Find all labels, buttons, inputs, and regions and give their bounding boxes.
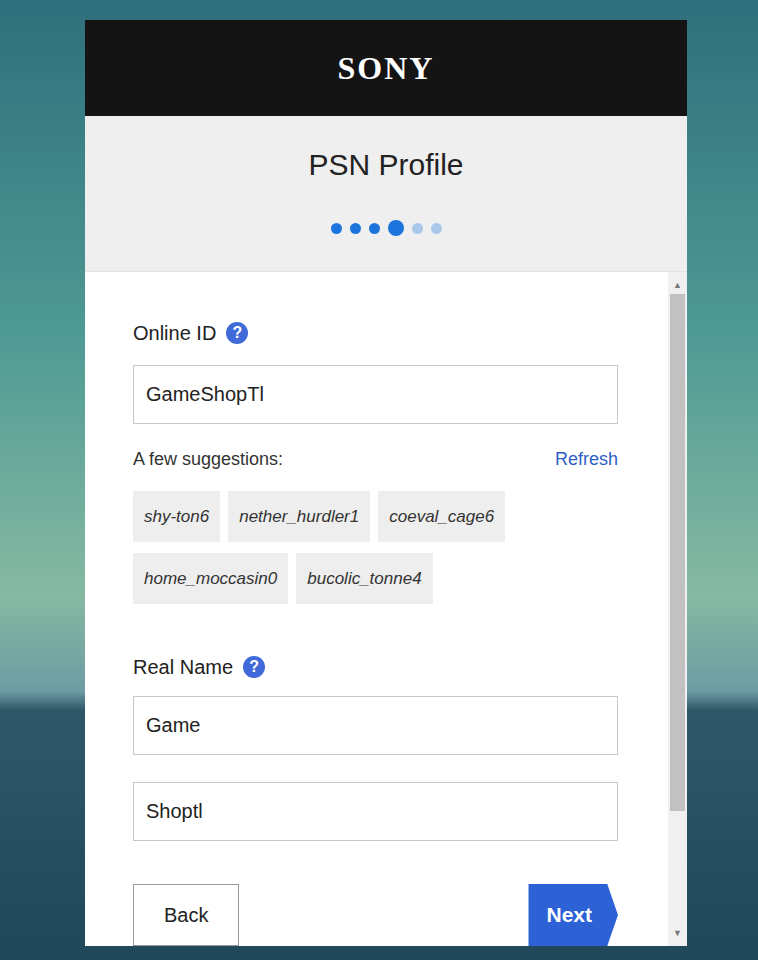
page-title: PSN Profile [308,148,463,182]
scroll-down-icon[interactable]: ▼ [673,926,682,940]
step-dot [431,223,442,234]
next-button[interactable]: Next [528,884,618,946]
online-id-input[interactable] [133,365,618,424]
online-id-label: Online ID? [133,320,618,346]
form: Online ID? A few suggestions: Refresh shy-t… [85,272,668,946]
step-dot [412,223,423,234]
suggestions-header: A few suggestions: Refresh [133,449,618,470]
first-name-input[interactable] [133,696,618,755]
header: PSN Profile [85,116,687,272]
signup-card: SONY PSN Profile Online ID? A few suggestio… [85,20,687,946]
step-dot [350,223,361,234]
nav-buttons: Back Next [133,884,618,946]
scroll-track [668,292,687,926]
scrollbar[interactable]: ▲▼ [668,272,687,946]
last-name-input[interactable] [133,782,618,841]
refresh-link[interactable]: Refresh [555,449,618,470]
suggestion-chip[interactable]: bucolic_tonne4 [296,553,432,604]
suggestion-list: shy-ton6nether_hurdler1coeval_cage6 home_… [133,491,618,604]
real-name-label: Real Name? [133,654,618,680]
suggestion-chip[interactable]: home_moccasin0 [133,553,288,604]
suggestion-chip[interactable]: nether_hurdler1 [228,491,370,542]
page: SONY PSN Profile Online ID? A few suggestio… [0,0,758,960]
suggestion-chip[interactable]: shy-ton6 [133,491,220,542]
scroll-up-icon[interactable]: ▲ [673,278,682,292]
back-button[interactable]: Back [133,884,239,946]
suggestions-label: A few suggestions: [133,449,283,470]
scroll-thumb[interactable] [670,294,685,811]
help-icon[interactable]: ? [243,656,265,678]
form-area: Online ID? A few suggestions: Refresh shy-t… [85,272,687,946]
step-dot [388,220,404,236]
step-dot [369,223,380,234]
step-indicator [331,220,442,236]
real-name-section: Real Name? [133,654,618,841]
suggestion-chip[interactable]: coeval_cage6 [378,491,505,542]
step-dot [331,223,342,234]
sony-logo: SONY [85,20,687,116]
help-icon[interactable]: ? [226,322,248,344]
